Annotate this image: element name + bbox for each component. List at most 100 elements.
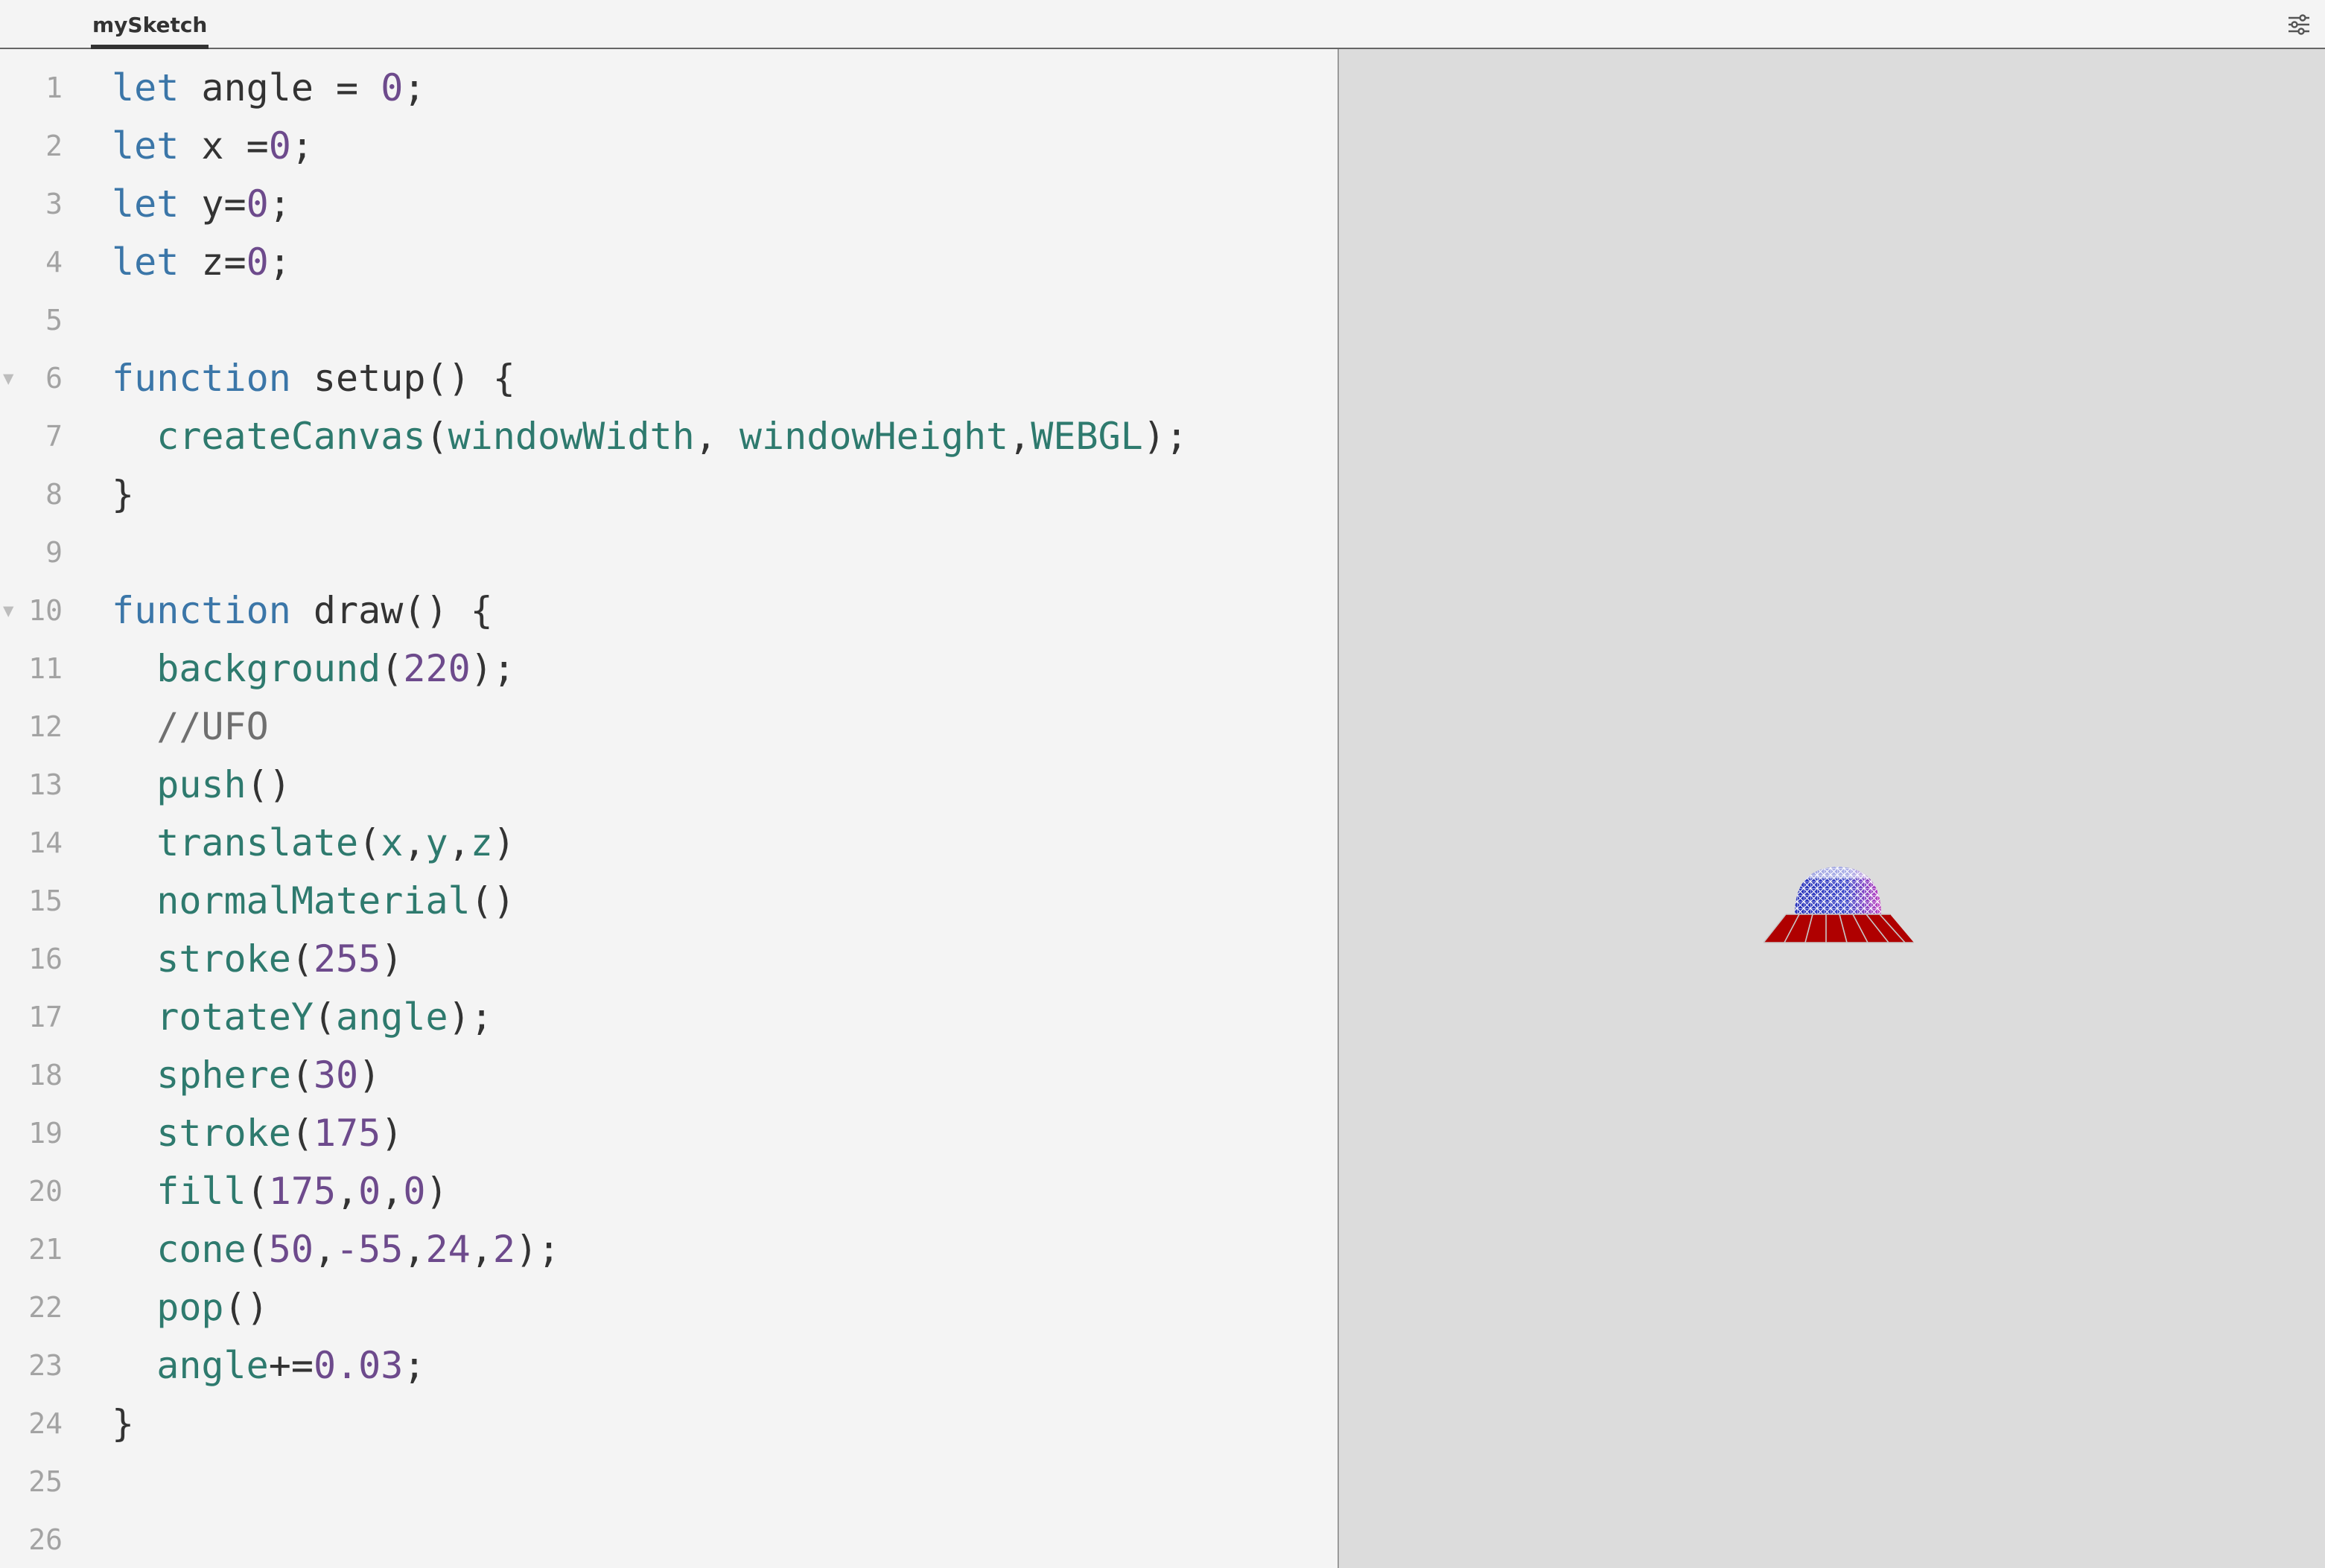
- code-token: 0: [381, 66, 404, 109]
- code-token: let: [112, 240, 179, 284]
- code-text: angle+=0.03;: [112, 1336, 425, 1395]
- line-number: 5: [45, 304, 63, 337]
- tab-mysketch[interactable]: mySketch: [91, 10, 209, 49]
- code-line[interactable]: 3 let y=0;: [0, 175, 1338, 233]
- code-line[interactable]: 24}: [0, 1395, 1338, 1453]
- code-line[interactable]: 25: [0, 1453, 1338, 1511]
- line-number: 26: [28, 1523, 63, 1556]
- code-line[interactable]: 20 fill(175,0,0): [0, 1162, 1338, 1220]
- code-token: translate: [156, 821, 359, 864]
- code-token: ,: [313, 1228, 337, 1271]
- code-token: angle: [336, 995, 448, 1039]
- ufo-cone-base: [1763, 914, 1914, 943]
- code-line[interactable]: 16 stroke(255): [0, 930, 1338, 988]
- line-number: 23: [28, 1349, 63, 1382]
- code-token: 175: [313, 1112, 381, 1155]
- code-token: cone: [156, 1228, 247, 1271]
- code-token: stroke: [156, 937, 291, 981]
- line-number: 18: [28, 1059, 63, 1091]
- code-token: 24: [425, 1228, 471, 1271]
- code-token: windowWidth: [448, 415, 695, 458]
- code-token: ;: [403, 66, 426, 109]
- code-token: ): [425, 1170, 448, 1213]
- code-line[interactable]: 2 let x =0;: [0, 117, 1338, 175]
- code-line[interactable]: 15 normalMaterial(): [0, 872, 1338, 930]
- code-line[interactable]: ▼ 10 function draw() {: [0, 581, 1338, 640]
- code-line[interactable]: 23 angle+=0.03;: [0, 1336, 1338, 1395]
- sliders-icon[interactable]: [2286, 12, 2312, 37]
- code-token: 0: [403, 1170, 426, 1213]
- code-line[interactable]: 8}: [0, 465, 1338, 523]
- code-token: 220: [403, 647, 471, 690]
- code-token: //UFO: [156, 705, 269, 748]
- code-line[interactable]: 22 pop(): [0, 1278, 1338, 1336]
- code-text: //UFO: [112, 698, 269, 756]
- code-line[interactable]: 7 createCanvas(windowWidth, windowHeight…: [0, 407, 1338, 465]
- line-number: 4: [45, 246, 63, 278]
- code-text: function draw() {: [112, 581, 493, 640]
- code-text: cone(50,-55,24,2);: [112, 1220, 560, 1278]
- code-token: ,: [1008, 415, 1031, 458]
- code-line[interactable]: ▼ 6 function setup() {: [0, 349, 1338, 407]
- code-text: let angle = 0;: [112, 59, 425, 117]
- code-text: sphere(30): [112, 1046, 381, 1104]
- line-number: 25: [28, 1465, 63, 1498]
- code-line[interactable]: 18 sphere(30): [0, 1046, 1338, 1104]
- code-line[interactable]: 21 cone(50,-55,24,2);: [0, 1220, 1338, 1278]
- code-text: rotateY(angle);: [112, 988, 493, 1046]
- code-line[interactable]: 11 background(220);: [0, 640, 1338, 698]
- line-number: 16: [28, 943, 63, 975]
- code-line[interactable]: 17 rotateY(angle);: [0, 988, 1338, 1046]
- code-token: (: [290, 1054, 314, 1097]
- line-number: 10: [28, 594, 63, 627]
- ufo-dome: [1795, 867, 1881, 914]
- code-token: );: [448, 995, 493, 1039]
- code-token: ): [381, 1112, 404, 1155]
- code-token: 0: [246, 182, 269, 226]
- code-token: (): [246, 763, 291, 806]
- code-line[interactable]: 13 push(): [0, 756, 1338, 814]
- code-line[interactable]: 5: [0, 291, 1338, 349]
- code-line[interactable]: 4 let z=0;: [0, 233, 1338, 291]
- line-number: 1: [45, 71, 63, 104]
- line-number: 22: [28, 1291, 63, 1324]
- code-token: (: [313, 995, 337, 1039]
- code-token: background: [156, 647, 381, 690]
- ufo-render: [1763, 867, 1914, 943]
- line-number: 14: [28, 826, 63, 859]
- code-text: translate(x,y,z): [112, 814, 515, 872]
- code-token: angle: [156, 1344, 269, 1387]
- code-token: (: [425, 415, 448, 458]
- code-token: );: [1142, 415, 1188, 458]
- line-number: 7: [45, 420, 63, 453]
- code-token: (: [246, 1228, 269, 1271]
- code-text: stroke(255): [112, 930, 403, 988]
- code-line[interactable]: 14 translate(x,y,z): [0, 814, 1338, 872]
- code-editor[interactable]: 1 let angle = 0; 2 let x =0; 3 let y=0; 4 let z…: [0, 49, 1338, 1568]
- code-token: fill: [156, 1170, 247, 1213]
- line-number: 20: [28, 1175, 63, 1208]
- code-token: push: [156, 763, 247, 806]
- code-line[interactable]: 9: [0, 523, 1338, 581]
- line-number: 15: [28, 885, 63, 917]
- code-line[interactable]: 12 //UFO: [0, 698, 1338, 756]
- code-line[interactable]: 26: [0, 1511, 1338, 1568]
- code-text: }: [112, 1395, 134, 1453]
- line-number: 19: [28, 1117, 63, 1150]
- code-token: ): [381, 937, 404, 981]
- code-line[interactable]: 1 let angle = 0;: [0, 59, 1338, 117]
- code-token: angle =: [179, 66, 381, 109]
- code-line[interactable]: 19 stroke(175): [0, 1104, 1338, 1162]
- code-token: ,: [403, 821, 426, 864]
- code-token: x =: [179, 124, 269, 168]
- code-token: +=: [268, 1344, 314, 1387]
- code-token: -55: [336, 1228, 404, 1271]
- sketch-preview-canvas[interactable]: [1339, 49, 2325, 1568]
